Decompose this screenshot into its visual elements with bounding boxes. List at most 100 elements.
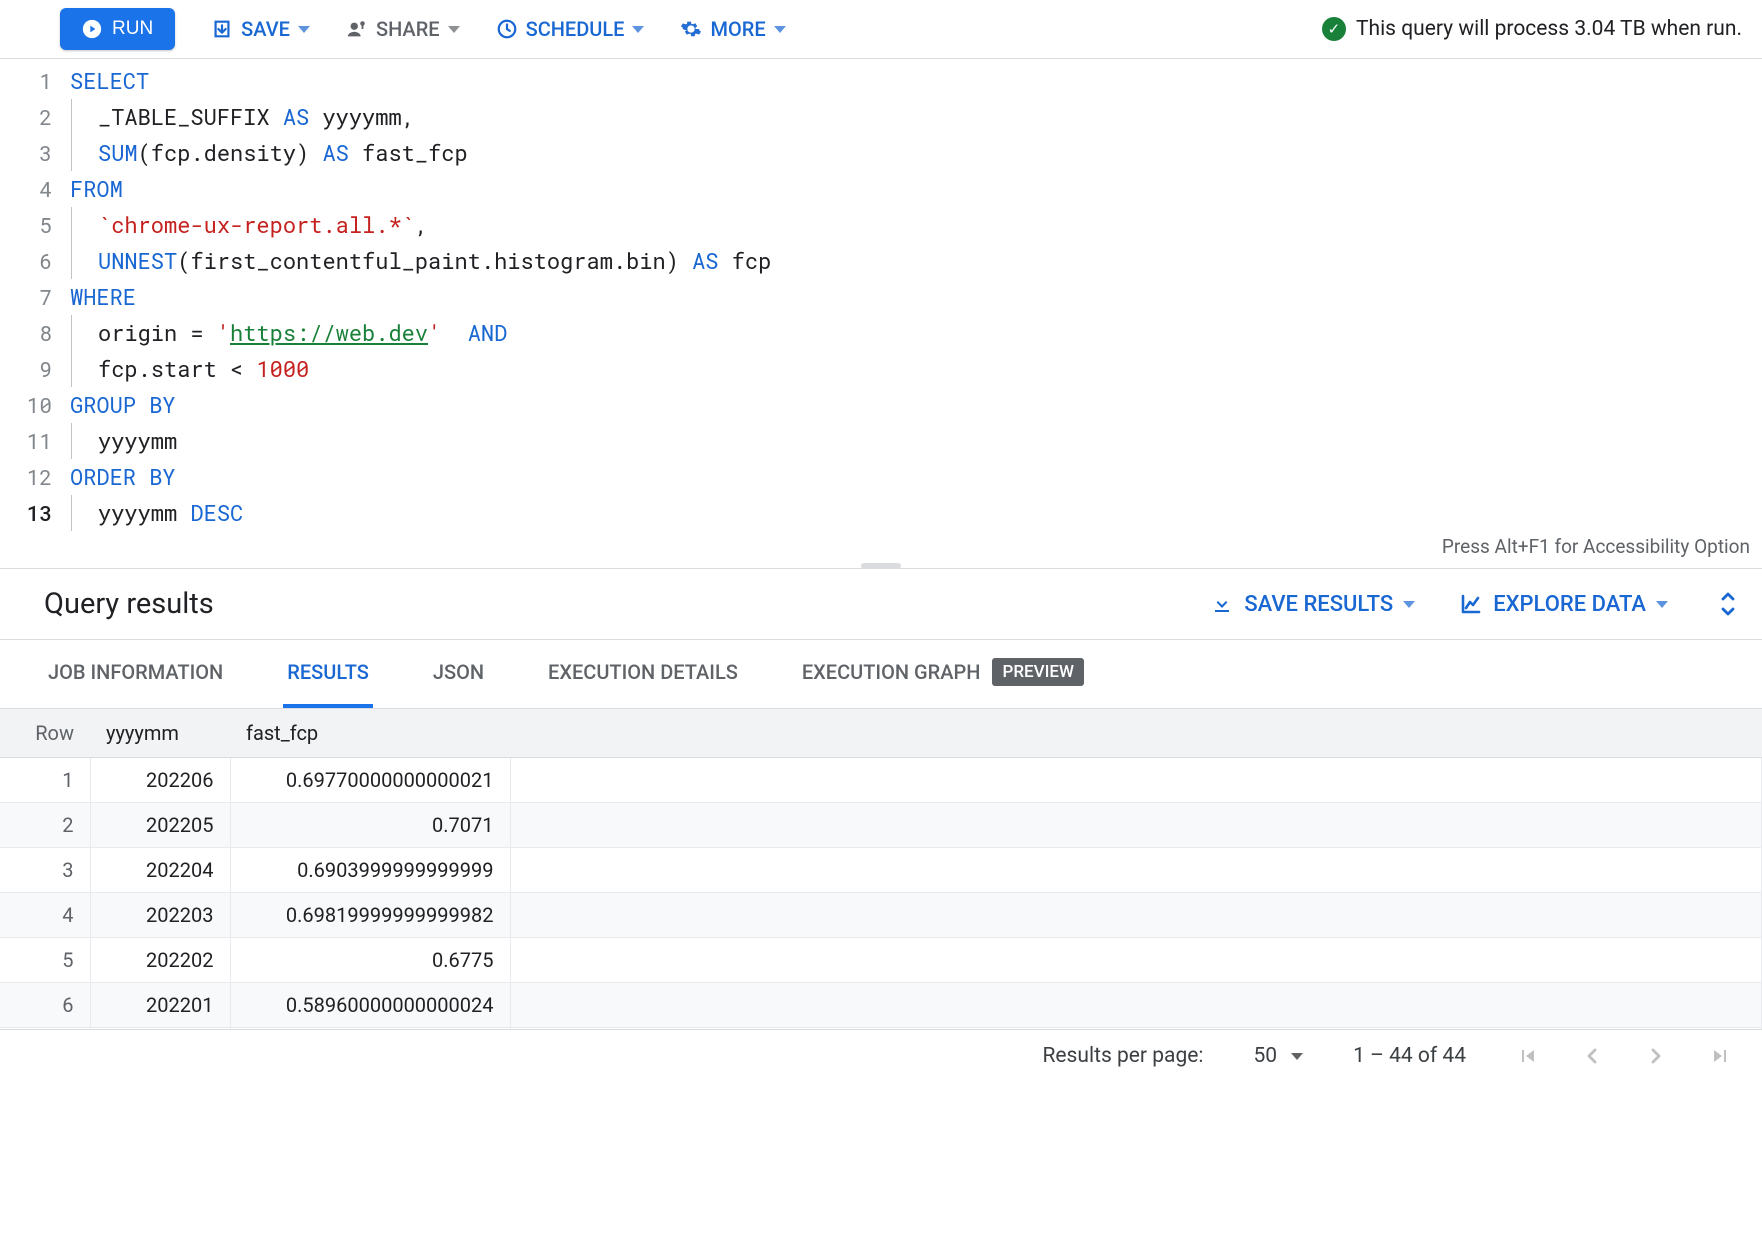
schedule-button[interactable]: SCHEDULE xyxy=(496,17,645,41)
code-line[interactable]: 7WHERE xyxy=(0,279,1762,315)
toolbar: RUN SAVE SHARE SCHEDULE MORE ✓ This quer… xyxy=(0,0,1762,59)
run-button[interactable]: RUN xyxy=(60,8,175,50)
last-page-icon[interactable] xyxy=(1708,1044,1732,1068)
line-number: 11 xyxy=(0,423,70,459)
code-content[interactable]: origin = 'https://web.dev' AND xyxy=(70,315,507,351)
tab-job-information[interactable]: JOB INFORMATION xyxy=(44,640,227,708)
prev-page-icon[interactable] xyxy=(1580,1044,1604,1068)
table-row[interactable]: 62022010.58960000000000024 xyxy=(0,983,1762,1028)
caret-down-icon xyxy=(448,26,460,33)
caret-down-icon xyxy=(1291,1053,1303,1060)
tab-execution-details[interactable]: EXECUTION DETAILS xyxy=(544,640,742,708)
code-content[interactable]: WHERE xyxy=(70,279,136,315)
code-line[interactable]: 12ORDER BY xyxy=(0,459,1762,495)
per-page-label: Results per page: xyxy=(1042,1044,1203,1068)
resize-handle[interactable] xyxy=(861,563,901,569)
cell-row: 4 xyxy=(0,893,90,938)
column-fast_fcp[interactable]: fast_fcp xyxy=(230,709,510,758)
table-row[interactable]: 12022060.69770000000000021 xyxy=(0,758,1762,803)
cell-fast_fcp: 0.7071 xyxy=(230,803,510,848)
next-page-icon[interactable] xyxy=(1644,1044,1668,1068)
more-button[interactable]: MORE xyxy=(680,17,785,41)
caret-down-icon xyxy=(774,26,786,33)
line-number: 6 xyxy=(0,243,70,279)
cell-yyyymm: 202206 xyxy=(90,758,230,803)
table-body: 12022060.6977000000000002122022050.70713… xyxy=(0,758,1762,1030)
caret-down-icon xyxy=(1656,601,1668,608)
column-row[interactable]: Row xyxy=(0,709,90,758)
cell-fast_fcp: 0.69770000000000021 xyxy=(230,758,510,803)
table-row[interactable]: 52022020.6775 xyxy=(0,938,1762,983)
code-line[interactable]: 6UNNEST(first_contentful_paint.histogram… xyxy=(0,243,1762,279)
status-text: This query will process 3.04 TB when run… xyxy=(1356,17,1742,41)
page-nav xyxy=(1516,1044,1732,1068)
save-button[interactable]: SAVE xyxy=(211,17,310,41)
save-icon xyxy=(211,18,233,40)
line-number: 4 xyxy=(0,171,70,207)
line-number: 1 xyxy=(0,63,70,99)
share-icon xyxy=(346,18,368,40)
code-line[interactable]: 3SUM(fcp.density) AS fast_fcp xyxy=(0,135,1762,171)
tab-json[interactable]: JSON xyxy=(429,640,488,708)
code-line[interactable]: 9fcp.start < 1000 xyxy=(0,351,1762,387)
code-content[interactable]: fcp.start < 1000 xyxy=(70,351,309,387)
preview-badge: PREVIEW xyxy=(992,658,1084,686)
code-content[interactable]: SUM(fcp.density) AS fast_fcp xyxy=(70,135,468,171)
share-button[interactable]: SHARE xyxy=(346,17,460,41)
run-label: RUN xyxy=(112,18,153,40)
code-line[interactable]: 2_TABLE_SUFFIX AS yyyymm, xyxy=(0,99,1762,135)
code-line[interactable]: 1SELECT xyxy=(0,63,1762,99)
line-number: 12 xyxy=(0,459,70,495)
code-content[interactable]: `chrome-ux-report.all.*`, xyxy=(70,207,428,243)
cell-fast_fcp: 0.58960000000000024 xyxy=(230,983,510,1028)
save-results-button[interactable]: SAVE RESULTS xyxy=(1210,592,1415,617)
results-header: Query results SAVE RESULTS EXPLORE DATA xyxy=(0,569,1762,640)
cell-yyyymm: 202204 xyxy=(90,848,230,893)
code-content[interactable]: yyyymm xyxy=(70,423,177,459)
results-table-wrap: Rowyyyymmfast_fcp 12022060.6977000000000… xyxy=(0,709,1762,1029)
line-number: 5 xyxy=(0,207,70,243)
code-content[interactable]: _TABLE_SUFFIX AS yyyymm, xyxy=(70,99,415,135)
column-yyyymm[interactable]: yyyymm xyxy=(90,709,230,758)
query-status: ✓ This query will process 3.04 TB when r… xyxy=(1322,17,1742,41)
code-line[interactable]: 8origin = 'https://web.dev' AND xyxy=(0,315,1762,351)
sql-editor[interactable]: 1SELECT2_TABLE_SUFFIX AS yyyymm,3SUM(fcp… xyxy=(0,59,1762,569)
accessibility-hint: Press Alt+F1 for Accessibility Option xyxy=(0,531,1762,558)
tab-execution-graph[interactable]: EXECUTION GRAPHPREVIEW xyxy=(798,640,1088,708)
table-row[interactable]: 42022030.69819999999999982 xyxy=(0,893,1762,938)
code-content[interactable]: GROUP BY xyxy=(70,387,176,423)
cell-row: 5 xyxy=(0,938,90,983)
table-header-row: Rowyyyymmfast_fcp xyxy=(0,709,1762,758)
gear-icon xyxy=(680,18,702,40)
expand-icon[interactable] xyxy=(1718,590,1738,618)
code-line[interactable]: 13yyyymm DESC xyxy=(0,495,1762,531)
tab-results[interactable]: RESULTS xyxy=(283,640,373,708)
pagination: Results per page: 50 1 – 44 of 44 xyxy=(0,1029,1762,1082)
code-content[interactable]: yyyymm DESC xyxy=(70,495,243,531)
explore-data-button[interactable]: EXPLORE DATA xyxy=(1459,592,1668,617)
results-title: Query results xyxy=(44,587,214,621)
table-row[interactable]: 22022050.7071 xyxy=(0,803,1762,848)
code-line[interactable]: 10GROUP BY xyxy=(0,387,1762,423)
code-line[interactable]: 4FROM xyxy=(0,171,1762,207)
results-tabs: JOB INFORMATION RESULTS JSON EXECUTION DETA… xyxy=(0,640,1762,709)
code-content[interactable]: SELECT xyxy=(70,63,149,99)
cell-yyyymm: 202205 xyxy=(90,803,230,848)
page-size-select[interactable]: 50 xyxy=(1253,1044,1303,1068)
cell-row: 1 xyxy=(0,758,90,803)
cell-yyyymm: 202203 xyxy=(90,893,230,938)
caret-down-icon xyxy=(632,26,644,33)
code-content[interactable]: FROM xyxy=(70,171,123,207)
range-text: 1 – 44 of 44 xyxy=(1353,1044,1466,1068)
line-number: 10 xyxy=(0,387,70,423)
code-line[interactable]: 11yyyymm xyxy=(0,423,1762,459)
code-line[interactable]: 5`chrome-ux-report.all.*`, xyxy=(0,207,1762,243)
table-row[interactable]: 32022040.6903999999999999 xyxy=(0,848,1762,893)
check-circle-icon: ✓ xyxy=(1322,17,1346,41)
code-content[interactable]: UNNEST(first_contentful_paint.histogram.… xyxy=(70,243,771,279)
download-icon xyxy=(1210,592,1234,616)
line-number: 7 xyxy=(0,279,70,315)
code-content[interactable]: ORDER BY xyxy=(70,459,176,495)
first-page-icon[interactable] xyxy=(1516,1044,1540,1068)
cell-row: 2 xyxy=(0,803,90,848)
